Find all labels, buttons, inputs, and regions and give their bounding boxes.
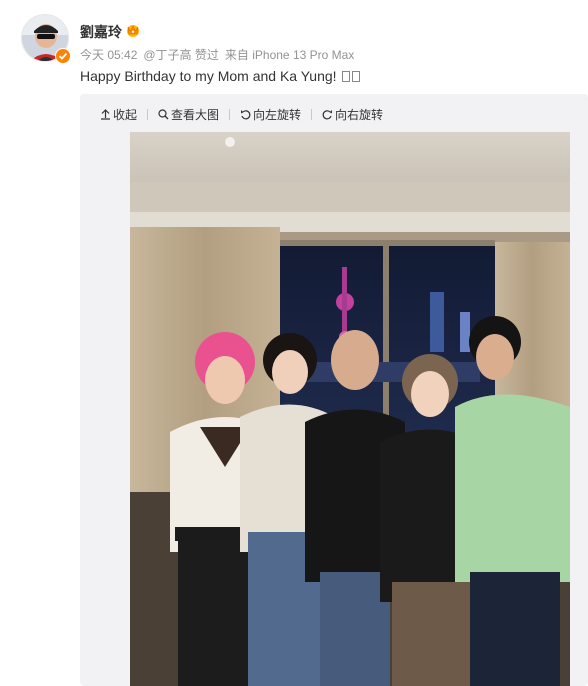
magnifier-icon — [158, 108, 169, 119]
username[interactable]: 劉嘉玲 — [80, 22, 122, 42]
toolbar-divider — [311, 108, 313, 120]
rotate-left-icon — [241, 109, 251, 119]
toolbar-divider — [147, 108, 149, 120]
rotate-left-label: 向左旋转 — [253, 107, 302, 122]
emoji-placeholder-icon — [352, 71, 361, 82]
post-text: Happy Birthday to my Mom and Ka Yung! — [80, 68, 361, 84]
post-photo[interactable] — [130, 132, 570, 686]
view-large-button[interactable]: 查看大图 — [158, 106, 219, 123]
emoji-placeholder-icon — [342, 71, 351, 82]
collapse-button[interactable]: 收起 — [100, 106, 137, 123]
collapse-label: 收起 — [113, 107, 138, 122]
post-time[interactable]: 今天 05:42 — [80, 48, 137, 62]
toolbar-divider — [229, 108, 231, 120]
rotate-right-button[interactable]: 向右旋转 — [322, 106, 383, 123]
verified-badge-icon — [55, 48, 71, 64]
rotate-right-icon — [322, 109, 333, 119]
image-toolbar: 收起 查看大图 向左旋转 向右旋转 — [100, 106, 383, 122]
media-panel: 收起 查看大图 向左旋转 向右旋转 — [80, 94, 588, 686]
collapse-icon — [101, 108, 110, 120]
rotate-right-label: 向右旋转 — [335, 107, 384, 122]
liked-by[interactable]: @丁子高 赞过 — [143, 48, 219, 62]
post-meta: 今天 05:42 @丁子高 赞过 来自 iPhone 13 Pro Max — [80, 46, 360, 63]
post-text-content: Happy Birthday to my Mom and Ka Yung! — [80, 68, 337, 84]
crown-icon[interactable] — [125, 23, 141, 37]
post-source: 来自 iPhone 13 Pro Max — [224, 48, 355, 62]
rotate-left-button[interactable]: 向左旋转 — [240, 106, 301, 123]
avatar[interactable] — [21, 14, 71, 64]
view-large-label: 查看大图 — [171, 107, 220, 122]
